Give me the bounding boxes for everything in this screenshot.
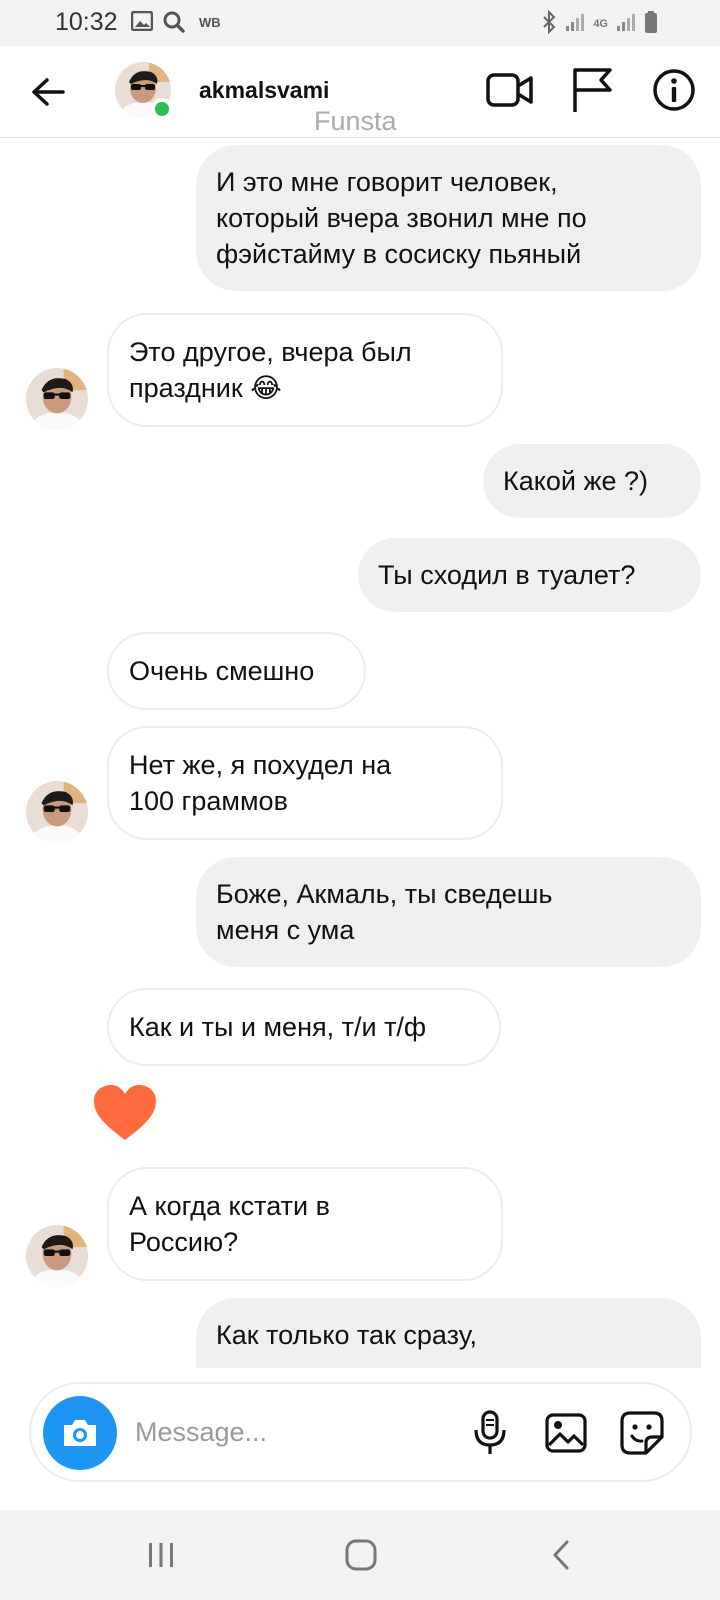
video-call-icon — [486, 73, 533, 107]
chat-header: akmalsvami Funsta — [0, 46, 720, 138]
gallery-button[interactable] — [541, 1406, 591, 1460]
video-call-button[interactable] — [484, 64, 536, 116]
message-composer — [29, 1382, 692, 1482]
signal-icon — [565, 12, 585, 37]
recent-apps-button[interactable] — [131, 1530, 191, 1580]
status-right-group: 4G — [541, 9, 658, 39]
message-line: Боже, Акмаль, ты сведешь — [216, 879, 553, 909]
back-icon — [553, 1540, 569, 1570]
report-button[interactable] — [566, 64, 618, 116]
search-status-icon — [163, 11, 185, 38]
microphone-icon — [474, 1410, 506, 1454]
camera-icon — [64, 1420, 96, 1446]
message-line: Россию? — [129, 1227, 239, 1257]
message-bubble-incoming[interactable]: Это другое, вчера был праздник 😂 — [107, 313, 503, 427]
network-label: 4G — [593, 18, 608, 30]
home-button[interactable] — [331, 1530, 391, 1580]
back-arrow-icon — [32, 78, 65, 106]
message-bubble-incoming[interactable]: А когда кстати в Россию? — [107, 1167, 503, 1281]
sticker-button[interactable] — [617, 1406, 667, 1460]
message-line: 100 граммов — [129, 786, 288, 816]
message-line: который вчера звонил мне по — [216, 203, 587, 233]
message-bubble-incoming[interactable]: Нет же, я похудел на 100 граммов — [107, 726, 503, 840]
message-line: Это другое, вчера был — [129, 337, 412, 367]
message-input[interactable] — [135, 1408, 435, 1456]
message-bubble-outgoing[interactable]: Какой же ?) — [483, 444, 701, 518]
heart-reaction[interactable] — [92, 1083, 158, 1143]
voice-message-button[interactable] — [465, 1406, 515, 1460]
sticker-icon — [620, 1411, 664, 1455]
info-icon — [653, 69, 695, 111]
message-line: Как и ты и меня, т/и т/ф — [129, 1012, 427, 1042]
message-line: праздник 😂 — [129, 373, 282, 403]
flag-icon — [573, 68, 612, 112]
chat-subtitle: Funsta — [314, 106, 397, 136]
recent-apps-icon — [149, 1543, 173, 1567]
contact-avatar[interactable] — [26, 368, 88, 430]
message-line: А когда кстати в — [129, 1191, 330, 1221]
message-bubble-outgoing[interactable]: Как только так сразу, — [196, 1298, 701, 1368]
message-line: Какой же ?) — [503, 466, 649, 496]
message-line: И это мне говорит человек, — [216, 167, 558, 197]
system-nav-bar — [0, 1510, 720, 1600]
message-bubble-outgoing[interactable]: Боже, Акмаль, ты сведешь меня с ума — [196, 857, 701, 967]
message-bubble-incoming[interactable]: Как и ты и меня, т/и т/ф — [107, 988, 501, 1066]
message-list[interactable]: И это мне говорит человек, который вчера… — [0, 139, 720, 1368]
status-time: 10:32 — [55, 8, 118, 36]
signal-2-icon — [616, 12, 636, 37]
camera-button[interactable] — [43, 1396, 117, 1470]
gallery-icon — [545, 1413, 587, 1453]
message-line: Как только так сразу, — [216, 1320, 477, 1350]
message-bubble-incoming[interactable]: Очень смешно — [107, 632, 366, 710]
info-button[interactable] — [648, 64, 700, 116]
chat-username[interactable]: akmalsvami — [199, 77, 329, 104]
gallery-status-icon — [130, 10, 154, 36]
carrier-badge: WB — [199, 15, 221, 30]
battery-icon — [644, 10, 658, 39]
message-line: фэйстайму в сосиску пьяный — [216, 239, 582, 269]
bluetooth-icon — [541, 9, 557, 39]
contact-avatar[interactable] — [26, 781, 88, 843]
message-bubble-outgoing[interactable]: И это мне говорит человек, который вчера… — [196, 145, 701, 291]
message-line: Ты сходил в туалет? — [378, 560, 636, 590]
online-status-dot — [151, 98, 173, 120]
message-line: меня с ума — [216, 915, 355, 945]
message-line: Очень смешно — [129, 656, 315, 686]
system-back-button[interactable] — [531, 1530, 591, 1580]
status-bar: 10:32 WB 4G — [0, 0, 720, 46]
back-button[interactable] — [28, 68, 68, 116]
heart-icon — [94, 1085, 156, 1140]
message-line: Нет же, я похудел на — [129, 750, 392, 780]
message-bubble-outgoing[interactable]: Ты сходил в туалет? — [358, 538, 701, 612]
home-icon — [345, 1539, 377, 1571]
contact-avatar[interactable] — [26, 1225, 88, 1287]
